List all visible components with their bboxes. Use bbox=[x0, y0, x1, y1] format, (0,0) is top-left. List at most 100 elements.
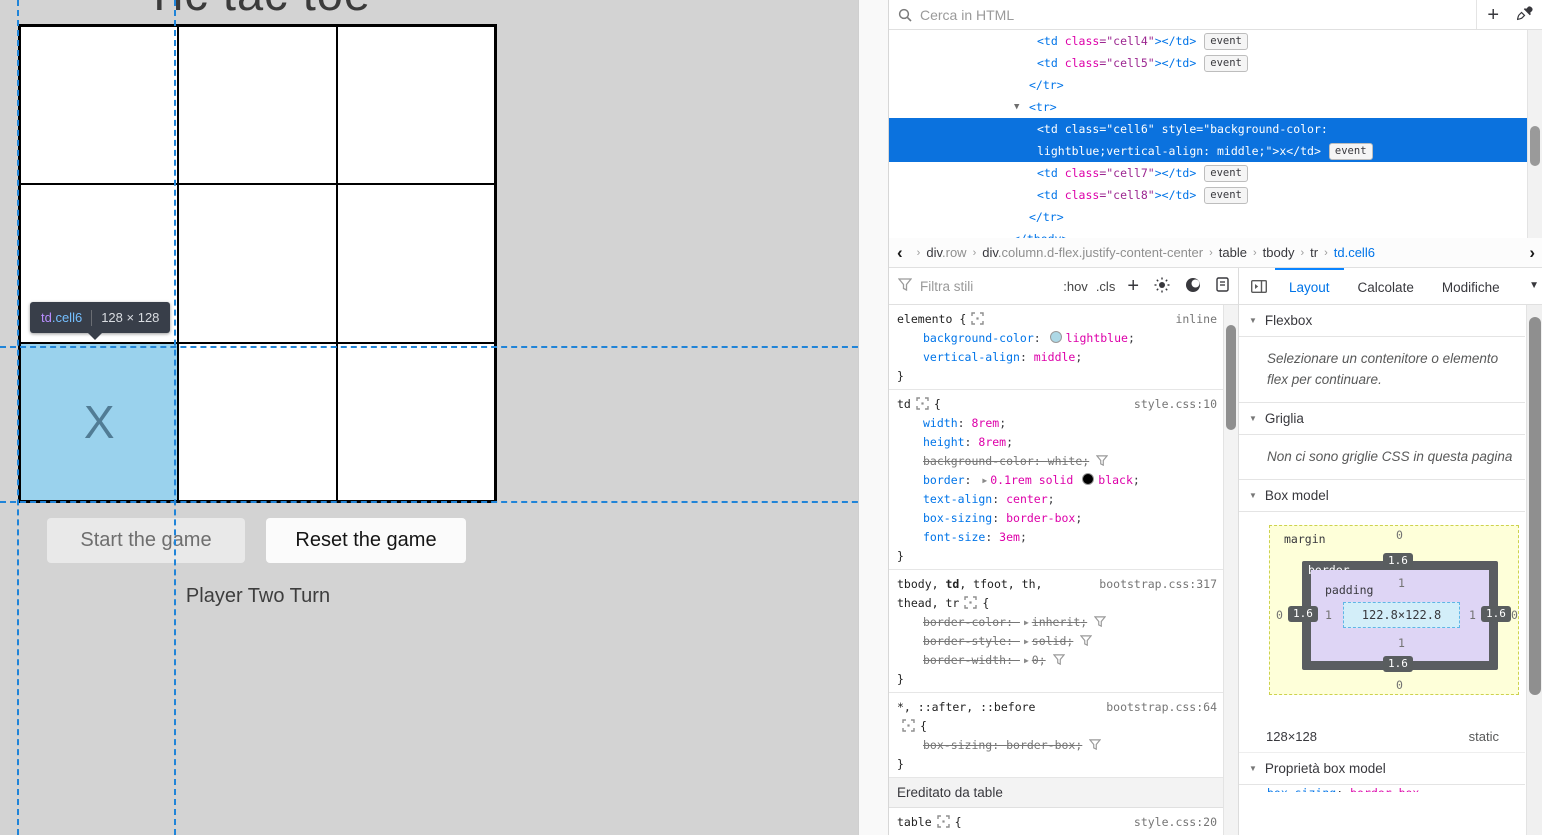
expander-icon[interactable]: ▼ bbox=[1014, 96, 1019, 118]
grid-section-header[interactable]: ▼ Griglia bbox=[1239, 403, 1525, 435]
expand-arrow-icon[interactable]: ▶ bbox=[1024, 656, 1029, 665]
rule-source-link[interactable]: style.css:20 bbox=[1134, 813, 1217, 832]
color-swatch[interactable] bbox=[1082, 473, 1094, 485]
eyedropper-icon[interactable] bbox=[1517, 5, 1533, 24]
css-declaration[interactable]: vertical-align: middle; bbox=[897, 348, 1217, 367]
markup-line[interactable]: <td class="cell8"></td>event bbox=[889, 184, 1542, 206]
border-top-value[interactable]: 1.6 bbox=[1383, 553, 1413, 569]
breadcrumb-item[interactable]: td.cell6 bbox=[1334, 245, 1375, 260]
tab-layout[interactable]: Layout bbox=[1275, 268, 1344, 304]
class-toggle-button[interactable]: .cls bbox=[1096, 279, 1116, 294]
border-bottom-value[interactable]: 1.6 bbox=[1383, 656, 1413, 672]
boxmodel-content-box[interactable]: 122.8×122.8 bbox=[1343, 602, 1460, 628]
border-left-value[interactable]: 1.6 bbox=[1288, 606, 1318, 622]
expand-arrow-icon[interactable]: ▶ bbox=[1024, 618, 1029, 627]
css-declaration[interactable]: border-color: ▶inherit; bbox=[897, 613, 1217, 632]
markup-line[interactable]: lightblue;vertical-align: middle;">x</td… bbox=[889, 140, 1542, 162]
start-game-button[interactable]: Start the game bbox=[47, 518, 245, 563]
filter-icon[interactable] bbox=[1094, 616, 1106, 627]
css-declaration[interactable]: border-style: ▶solid; bbox=[897, 632, 1217, 651]
filter-icon[interactable] bbox=[1096, 455, 1108, 466]
boxmodel-margin-box[interactable]: margin border padding 122.8×122.8 0 1.6 … bbox=[1269, 525, 1519, 695]
reset-game-button[interactable]: Reset the game bbox=[266, 518, 466, 563]
board-cell[interactable] bbox=[178, 26, 336, 184]
markup-line[interactable]: <td class="cell7"></td>event bbox=[889, 162, 1542, 184]
filter-styles-input[interactable]: Filtra stili bbox=[920, 279, 1055, 294]
rules-scrollbar[interactable] bbox=[1223, 305, 1238, 835]
markup-line[interactable]: </tbody> bbox=[889, 228, 1542, 238]
margin-top-value[interactable]: 0 bbox=[1396, 528, 1403, 542]
css-declaration[interactable]: text-align: center; bbox=[897, 490, 1217, 509]
markup-line[interactable]: <td class="cell6" style="background-colo… bbox=[889, 118, 1542, 140]
flexbox-section-header[interactable]: ▼ Flexbox bbox=[1239, 305, 1525, 337]
rules-scrollbar-thumb[interactable] bbox=[1226, 325, 1236, 430]
board-cell[interactable] bbox=[337, 184, 495, 342]
rule-source-link[interactable]: bootstrap.css:64 bbox=[1106, 698, 1217, 717]
expand-arrow-icon[interactable]: ▶ bbox=[982, 476, 987, 485]
css-declaration[interactable]: background-color: white; bbox=[897, 452, 1217, 471]
tabs-dropdown-icon[interactable]: ▼ bbox=[1529, 280, 1539, 291]
css-declaration[interactable]: border-width: ▶0; bbox=[897, 651, 1217, 670]
padding-right-value[interactable]: 1 bbox=[1469, 608, 1476, 622]
margin-bottom-value[interactable]: 0 bbox=[1396, 678, 1403, 692]
css-declaration[interactable]: width: 8rem; bbox=[897, 414, 1217, 433]
board-cell[interactable] bbox=[20, 26, 178, 184]
breadcrumb-forward-icon[interactable]: › bbox=[1523, 244, 1541, 261]
boxmodel-props-header[interactable]: ▼ Proprietà box model bbox=[1239, 753, 1525, 785]
board-cell[interactable] bbox=[178, 184, 336, 342]
breadcrumb-item[interactable]: tbody bbox=[1263, 245, 1295, 260]
board-cell[interactable] bbox=[337, 26, 495, 184]
board-cell[interactable] bbox=[337, 343, 495, 501]
markup-line[interactable]: </tr> bbox=[889, 206, 1542, 228]
search-input[interactable] bbox=[918, 6, 1476, 24]
event-badge[interactable]: event bbox=[1204, 165, 1248, 182]
css-declaration[interactable]: font-size: 3em; bbox=[897, 528, 1217, 547]
filter-icon[interactable] bbox=[1089, 739, 1101, 750]
markup-line[interactable]: <td class="cell4"></td>event bbox=[889, 30, 1542, 52]
padding-bottom-value[interactable]: 1 bbox=[1398, 636, 1405, 650]
margin-right-value[interactable]: 0 bbox=[1511, 608, 1518, 622]
dock-sidebar-icon[interactable] bbox=[1239, 268, 1275, 304]
markup-line[interactable]: ▼<tr> bbox=[889, 96, 1542, 118]
rule-source-link[interactable]: inline bbox=[1175, 310, 1217, 329]
css-declaration[interactable]: background-color: lightblue; bbox=[897, 329, 1217, 348]
markup-line[interactable]: </tr> bbox=[889, 74, 1542, 96]
border-right-value[interactable]: 1.6 bbox=[1481, 606, 1511, 622]
tab-modifiche[interactable]: Modifiche bbox=[1428, 268, 1500, 304]
margin-left-value[interactable]: 0 bbox=[1276, 608, 1283, 622]
light-theme-sun-icon[interactable] bbox=[1154, 277, 1170, 296]
event-badge[interactable]: event bbox=[1204, 55, 1248, 72]
css-declaration[interactable]: box-sizing: border-box; bbox=[897, 509, 1217, 528]
event-badge[interactable]: event bbox=[1329, 143, 1373, 160]
markup-scrollbar[interactable] bbox=[1527, 30, 1542, 238]
css-declaration[interactable]: box-sizing: border-box; bbox=[897, 736, 1217, 755]
layout-scrollbar-thumb[interactable] bbox=[1529, 317, 1541, 695]
boxmodel-section-header[interactable]: ▼ Box model bbox=[1239, 480, 1525, 512]
layout-scrollbar[interactable] bbox=[1526, 305, 1542, 835]
breadcrumb-item[interactable]: div.column.d-flex.justify-content-center bbox=[982, 245, 1203, 260]
expand-arrow-icon[interactable]: ▶ bbox=[1024, 637, 1029, 646]
padding-left-value[interactable]: 1 bbox=[1325, 608, 1332, 622]
filter-icon[interactable] bbox=[1080, 635, 1092, 646]
pseudo-class-button[interactable]: :hov bbox=[1063, 279, 1088, 294]
breadcrumb-item[interactable]: tr bbox=[1310, 245, 1318, 260]
css-declaration[interactable]: height: 8rem; bbox=[897, 433, 1217, 452]
add-node-icon[interactable]: + bbox=[1487, 5, 1499, 25]
filter-icon[interactable] bbox=[1053, 654, 1065, 665]
breadcrumb-item[interactable]: div.row bbox=[926, 245, 966, 260]
breadcrumb-back-icon[interactable]: ‹ bbox=[889, 244, 911, 261]
markup-line[interactable]: <td class="cell5"></td>event bbox=[889, 52, 1542, 74]
markup-scrollbar-thumb[interactable] bbox=[1530, 126, 1540, 166]
rule-source-link[interactable]: style.css:10 bbox=[1134, 395, 1217, 414]
breadcrumb-item[interactable]: table bbox=[1219, 245, 1247, 260]
board-cell[interactable] bbox=[178, 343, 336, 501]
event-badge[interactable]: event bbox=[1204, 187, 1248, 204]
board-cell[interactable]: X bbox=[20, 343, 178, 501]
tab-calcolate[interactable]: Calcolate bbox=[1344, 268, 1428, 304]
dark-theme-contrast-icon[interactable] bbox=[1185, 277, 1201, 296]
color-swatch[interactable] bbox=[1050, 331, 1062, 343]
rule-source-link[interactable]: bootstrap.css:317 bbox=[1099, 575, 1217, 594]
event-badge[interactable]: event bbox=[1204, 33, 1248, 50]
add-rule-icon[interactable]: + bbox=[1127, 276, 1139, 296]
padding-top-value[interactable]: 1 bbox=[1398, 576, 1405, 590]
